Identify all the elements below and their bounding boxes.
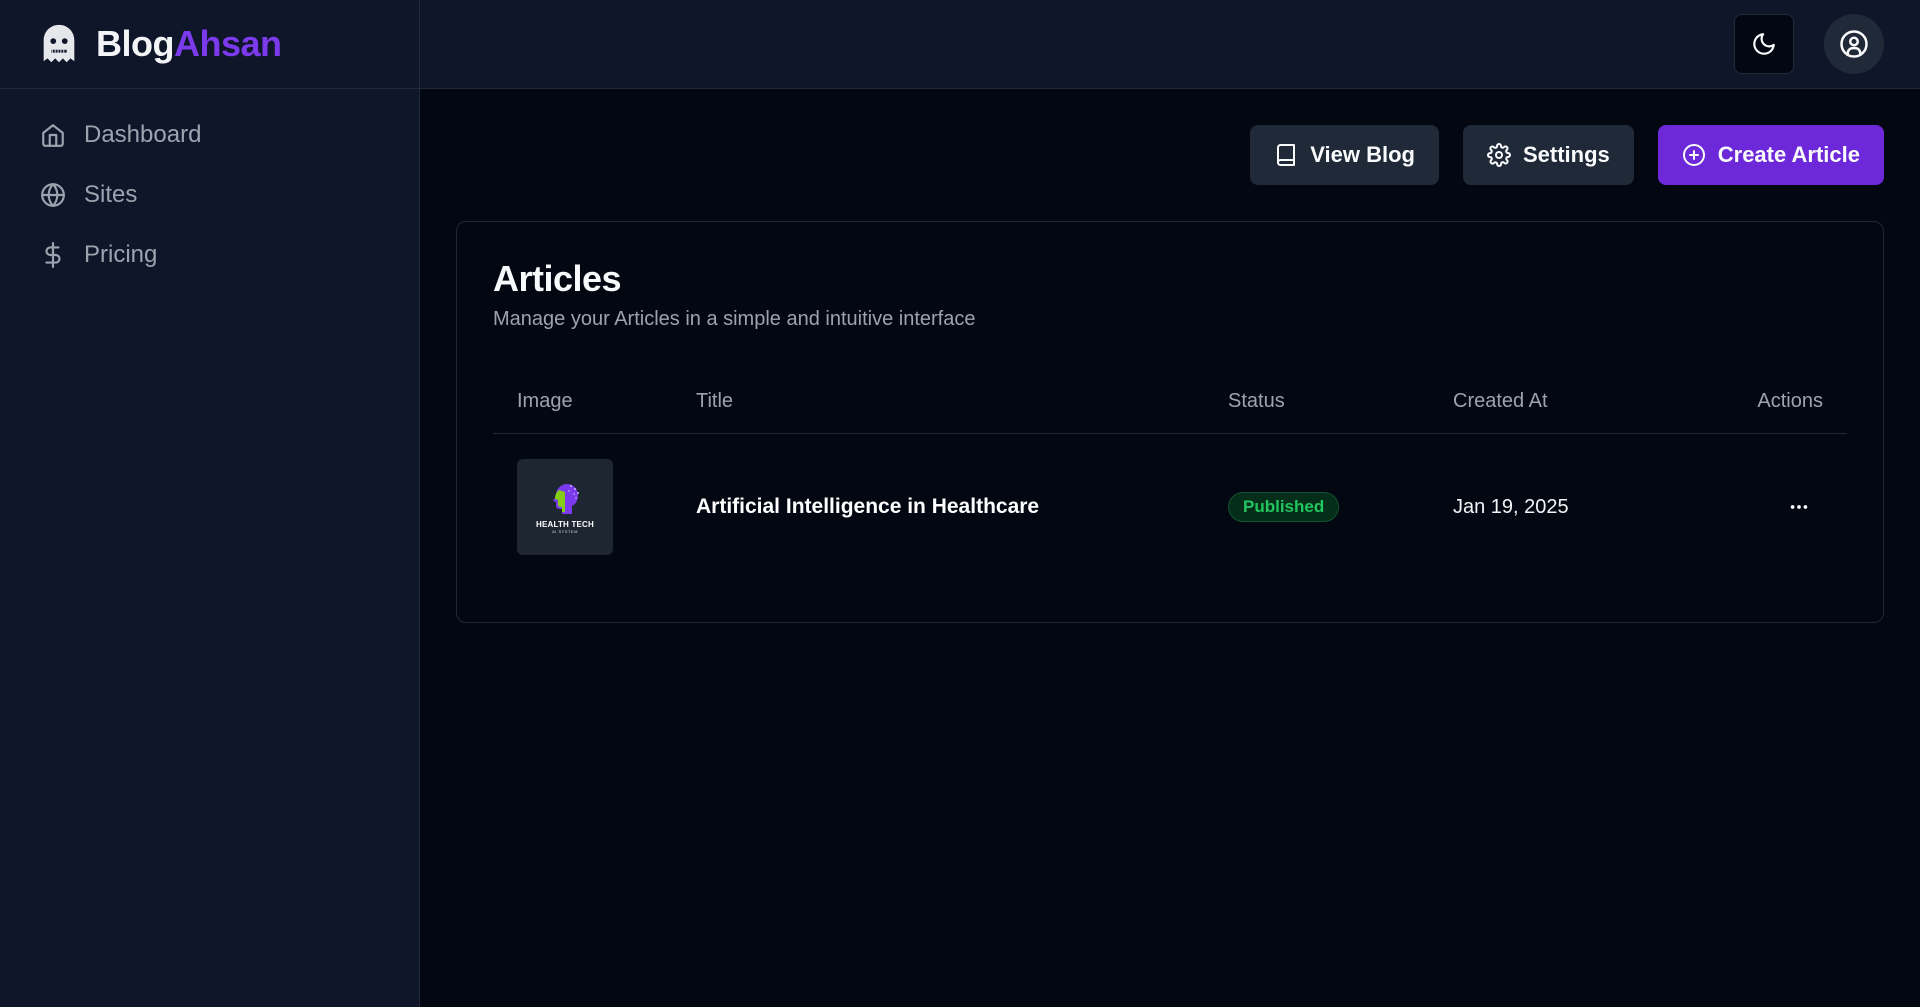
column-header-image: Image [517, 389, 573, 412]
theme-toggle-button[interactable] [1734, 14, 1794, 74]
page-actions: View Blog Settings Create Article [456, 125, 1884, 185]
column-header-created-at: Created At [1453, 389, 1548, 412]
row-date-cell: Jan 19, 2025 [1453, 496, 1708, 519]
brand-name: BlogAhsan [96, 23, 282, 65]
sidebar-item-label: Pricing [84, 241, 158, 268]
page-title: Articles [493, 258, 622, 299]
brand-name-part2: Ahsan [173, 23, 282, 64]
view-blog-button[interactable]: View Blog [1250, 125, 1439, 185]
view-blog-label: View Blog [1310, 142, 1415, 167]
row-actions-button[interactable] [1779, 487, 1819, 527]
thumbnail-title: HEALTH TECH [535, 520, 595, 529]
articles-table: Image Title Status Created At Actions HE… [493, 369, 1847, 580]
created-at-value: Jan 19, 2025 [1453, 495, 1569, 518]
row-title-cell: Artificial Intelligence in Healthcare [696, 495, 1228, 519]
book-icon [1277, 144, 1296, 166]
status-badge: Published [1228, 492, 1340, 522]
plus-circle-icon [1682, 144, 1705, 166]
sidebar: BlogAhsan Dashboard Sites Pricing [0, 0, 420, 1007]
articles-card: Articles Manage your Articles in a simpl… [456, 221, 1884, 623]
settings-label: Settings [1522, 142, 1610, 167]
column-header-actions: Actions [1757, 389, 1823, 412]
home-icon [42, 124, 64, 147]
user-circle-icon [1840, 30, 1868, 58]
app-root: BlogAhsan Dashboard Sites Pricing View B… [0, 0, 1920, 1007]
main-area: View Blog Settings Create Article Articl… [420, 0, 1920, 1007]
settings-button[interactable]: Settings [1462, 125, 1634, 185]
article-title[interactable]: Artificial Intelligence in Healthcare [696, 495, 1039, 518]
column-header-status: Status [1228, 389, 1285, 412]
brand[interactable]: BlogAhsan [0, 0, 419, 89]
sidebar-item-sites[interactable]: Sites [0, 165, 419, 225]
create-article-label: Create Article [1717, 142, 1860, 167]
dollar-icon [45, 242, 61, 268]
page-description: Manage your Articles in a simple and int… [493, 308, 976, 330]
gear-icon [1486, 143, 1511, 167]
sidebar-nav: Dashboard Sites Pricing [0, 89, 419, 285]
table-row[interactable]: HEALTH TECH AI SYSTEM Artificial Intelli… [493, 434, 1847, 580]
row-image-cell: HEALTH TECH AI SYSTEM [493, 459, 696, 555]
table-header: Image Title Status Created At Actions [493, 369, 1847, 434]
brand-name-part1: Blog [96, 23, 174, 64]
sidebar-item-label: Sites [84, 181, 138, 208]
article-thumbnail: HEALTH TECH AI SYSTEM [517, 459, 613, 555]
user-menu-button[interactable] [1824, 14, 1884, 74]
sidebar-item-dashboard[interactable]: Dashboard [0, 105, 419, 165]
thumbnail-subtitle: AI SYSTEM [552, 529, 578, 534]
ghost-logo-icon [43, 24, 75, 63]
create-article-button[interactable]: Create Article [1657, 125, 1884, 185]
moon-icon [1753, 33, 1775, 55]
ai-head-icon [553, 484, 579, 514]
row-actions-cell [1708, 487, 1847, 527]
row-status-cell: Published [1228, 492, 1453, 522]
page-content: View Blog Settings Create Article Articl… [420, 89, 1920, 623]
sidebar-item-pricing[interactable]: Pricing [0, 225, 419, 285]
more-horizontal-icon [1790, 505, 1808, 509]
column-header-title: Title [696, 389, 734, 412]
top-bar [420, 0, 1920, 89]
globe-icon [41, 183, 65, 207]
sidebar-item-label: Dashboard [84, 121, 202, 148]
